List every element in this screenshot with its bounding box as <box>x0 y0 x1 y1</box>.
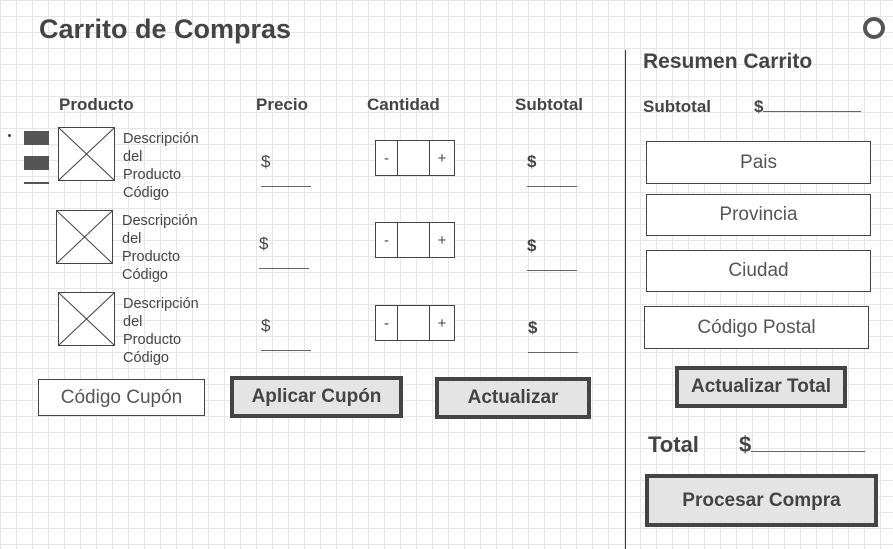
postal-code-field[interactable]: Código Postal <box>644 306 869 349</box>
summary-subtotal-value: $ <box>754 97 862 117</box>
circle-icon[interactable] <box>863 17 885 39</box>
province-field[interactable]: Provincia <box>646 194 871 236</box>
price-value: $ <box>259 234 309 274</box>
subtotal-value: $ <box>528 318 578 358</box>
summary-title: Resumen Carrito <box>643 50 813 73</box>
product-description: Descripción del Producto Código <box>122 213 198 283</box>
checkout-button[interactable]: Procesar Compra <box>645 474 878 527</box>
coupon-input[interactable]: Código Cupón <box>38 379 205 416</box>
image-placeholder-icon <box>56 210 113 264</box>
update-cart-button[interactable]: Actualizar <box>435 377 591 419</box>
apply-coupon-button[interactable]: Aplicar Cupón <box>230 376 403 418</box>
update-total-button[interactable]: Actualizar Total <box>675 366 847 408</box>
decrement-button[interactable]: - <box>376 141 398 175</box>
column-header-product: Producto <box>59 95 134 114</box>
decrement-button[interactable]: - <box>376 306 398 340</box>
product-description: Descripción del Producto Código <box>123 131 199 201</box>
quantity-input[interactable] <box>398 306 430 340</box>
total-label: Total <box>648 432 699 457</box>
increment-button[interactable]: + <box>430 306 454 340</box>
column-header-subtotal: Subtotal <box>515 95 583 114</box>
price-value: $ <box>261 152 311 192</box>
country-field[interactable]: Pais <box>646 141 871 184</box>
increment-button[interactable]: + <box>430 141 454 175</box>
summary-subtotal-label: Subtotal <box>643 97 711 116</box>
subtotal-value: $ <box>527 236 577 276</box>
quantity-stepper[interactable]: - + <box>375 222 455 258</box>
quantity-stepper[interactable]: - + <box>375 140 455 176</box>
decrement-button[interactable]: - <box>376 223 398 257</box>
city-field[interactable]: Ciudad <box>646 250 871 292</box>
image-placeholder-icon <box>58 127 115 181</box>
subtotal-value: $ <box>527 152 577 192</box>
page-title: Carrito de Compras <box>39 14 292 44</box>
quantity-input[interactable] <box>398 223 430 257</box>
image-placeholder-icon <box>58 292 115 346</box>
price-value: $ <box>261 316 311 356</box>
divider <box>625 50 626 549</box>
product-description: Descripción del Producto Código <box>123 296 199 366</box>
quantity-input[interactable] <box>398 141 430 175</box>
column-header-price: Precio <box>256 95 308 114</box>
quantity-stepper[interactable]: - + <box>375 305 455 341</box>
increment-button[interactable]: + <box>430 223 454 257</box>
column-header-quantity: Cantidad <box>367 95 440 114</box>
total-value: $ <box>739 432 866 458</box>
